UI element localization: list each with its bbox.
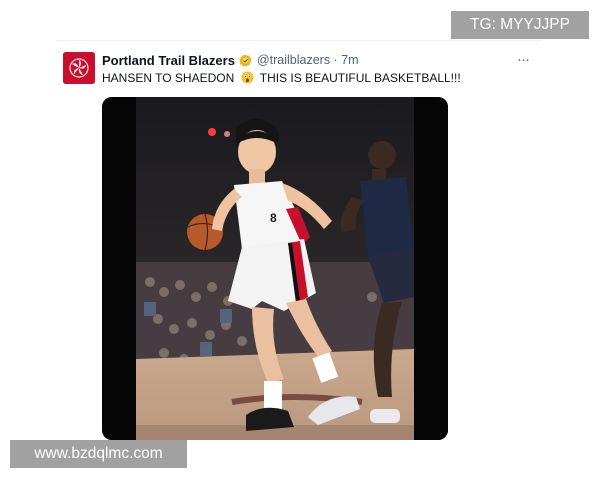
- basketball-video-frame: 8: [102, 97, 448, 440]
- author-name[interactable]: Portland Trail Blazers: [102, 53, 235, 68]
- watermark-top-right: TG: MYYJJPP: [451, 11, 589, 39]
- tweet-header: Portland Trail Blazers @trailblazers · 7…: [102, 51, 359, 69]
- watermark-bottom-left: www.bzdqlmc.com: [10, 440, 187, 468]
- tweet-text: HANSEN TO SHAEDON THIS IS BEAUTIFUL BASK…: [102, 71, 461, 85]
- tweet-text-part-1: HANSEN TO SHAEDON: [102, 71, 235, 85]
- more-options-button[interactable]: ···: [514, 50, 532, 68]
- trail-blazers-avatar-icon[interactable]: [63, 52, 95, 84]
- tweet-text-part-2: THIS IS BEAUTIFUL BASKETBALL!!!: [259, 71, 461, 85]
- jersey-number: 8: [270, 211, 277, 225]
- tweet-video-media[interactable]: 8: [102, 97, 448, 440]
- ellipsis-horizontal-icon: ···: [517, 50, 530, 68]
- astonished-face-emoji-icon: [241, 71, 254, 84]
- handle-and-timestamp[interactable]: @trailblazers · 7m: [257, 53, 359, 67]
- screenshot-canvas: Portland Trail Blazers @trailblazers · 7…: [0, 0, 600, 480]
- pinwheel-logo-icon: [63, 52, 95, 84]
- gold-verified-badge-icon: [239, 54, 252, 67]
